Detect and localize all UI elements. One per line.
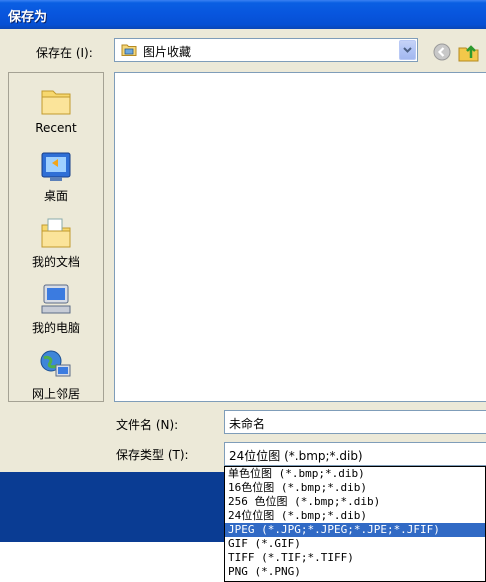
place-label: 网上邻居 bbox=[31, 387, 80, 401]
place-my-documents[interactable]: 我的文档 bbox=[9, 215, 103, 270]
filetype-label: 保存类型 (T): bbox=[116, 448, 189, 462]
filetype-select[interactable]: 24位位图 (*.bmp;*.dib) bbox=[224, 442, 486, 466]
filetype-dropdown-list: 单色位图 (*.bmp;*.dib) 16色位图 (*.bmp;*.dib) 2… bbox=[224, 466, 486, 582]
place-label: 桌面 bbox=[43, 189, 68, 203]
filetype-option[interactable]: PNG (*.PNG) bbox=[225, 565, 485, 579]
place-recent[interactable]: Recent bbox=[9, 83, 103, 135]
up-folder-icon[interactable] bbox=[458, 42, 479, 62]
desktop-icon bbox=[38, 149, 74, 185]
place-my-computer[interactable]: 我的电脑 bbox=[9, 281, 103, 336]
filetype-option[interactable]: 单色位图 (*.bmp;*.dib) bbox=[225, 467, 485, 481]
title-bar[interactable]: 保存为 bbox=[0, 0, 486, 29]
filetype-option[interactable]: GIF (*.GIF) bbox=[225, 537, 485, 551]
recent-folder-icon bbox=[38, 83, 74, 119]
save-in-combo[interactable]: 图片收藏 bbox=[114, 38, 418, 62]
back-icon[interactable] bbox=[432, 42, 452, 62]
places-bar: Recent 桌面 我的文档 我的电脑 网上邻居 bbox=[8, 72, 104, 402]
filetype-option[interactable]: TIFF (*.TIF;*.TIFF) bbox=[225, 551, 485, 565]
my-computer-icon bbox=[38, 281, 74, 317]
my-documents-icon bbox=[38, 215, 74, 251]
filename-input[interactable]: 未命名 bbox=[224, 410, 486, 434]
place-network[interactable]: 网上邻居 bbox=[9, 347, 103, 402]
background-desktop bbox=[0, 472, 228, 542]
save-in-label: 保存在 (I): bbox=[36, 46, 93, 60]
pictures-folder-icon bbox=[121, 43, 137, 60]
filetype-option[interactable]: 256 色位图 (*.bmp;*.dib) bbox=[225, 495, 485, 509]
network-places-icon bbox=[38, 347, 74, 383]
filetype-option[interactable]: 24位位图 (*.bmp;*.dib) bbox=[225, 509, 485, 523]
save-as-dialog: 保存为 保存在 (I): 图片收藏 Recent 桌面 我的文档 我的电脑 网上… bbox=[0, 0, 486, 472]
filetype-option-selected[interactable]: JPEG (*.JPG;*.JPEG;*.JPE;*.JFIF) bbox=[225, 523, 485, 537]
place-desktop[interactable]: 桌面 bbox=[9, 149, 103, 204]
place-label: 我的电脑 bbox=[31, 321, 80, 335]
filetype-option[interactable]: 16色位图 (*.bmp;*.dib) bbox=[225, 481, 485, 495]
filename-value: 未命名 bbox=[229, 417, 266, 431]
filetype-value: 24位位图 (*.bmp;*.dib) bbox=[229, 449, 363, 463]
filename-label: 文件名 (N): bbox=[116, 418, 179, 432]
place-label: Recent bbox=[35, 121, 77, 135]
window-title: 保存为 bbox=[8, 10, 48, 25]
chevron-down-icon[interactable] bbox=[399, 40, 416, 60]
place-label: 我的文档 bbox=[31, 255, 80, 269]
file-list[interactable] bbox=[114, 72, 486, 402]
save-in-value: 图片收藏 bbox=[143, 45, 192, 59]
background-window bbox=[0, 542, 100, 582]
